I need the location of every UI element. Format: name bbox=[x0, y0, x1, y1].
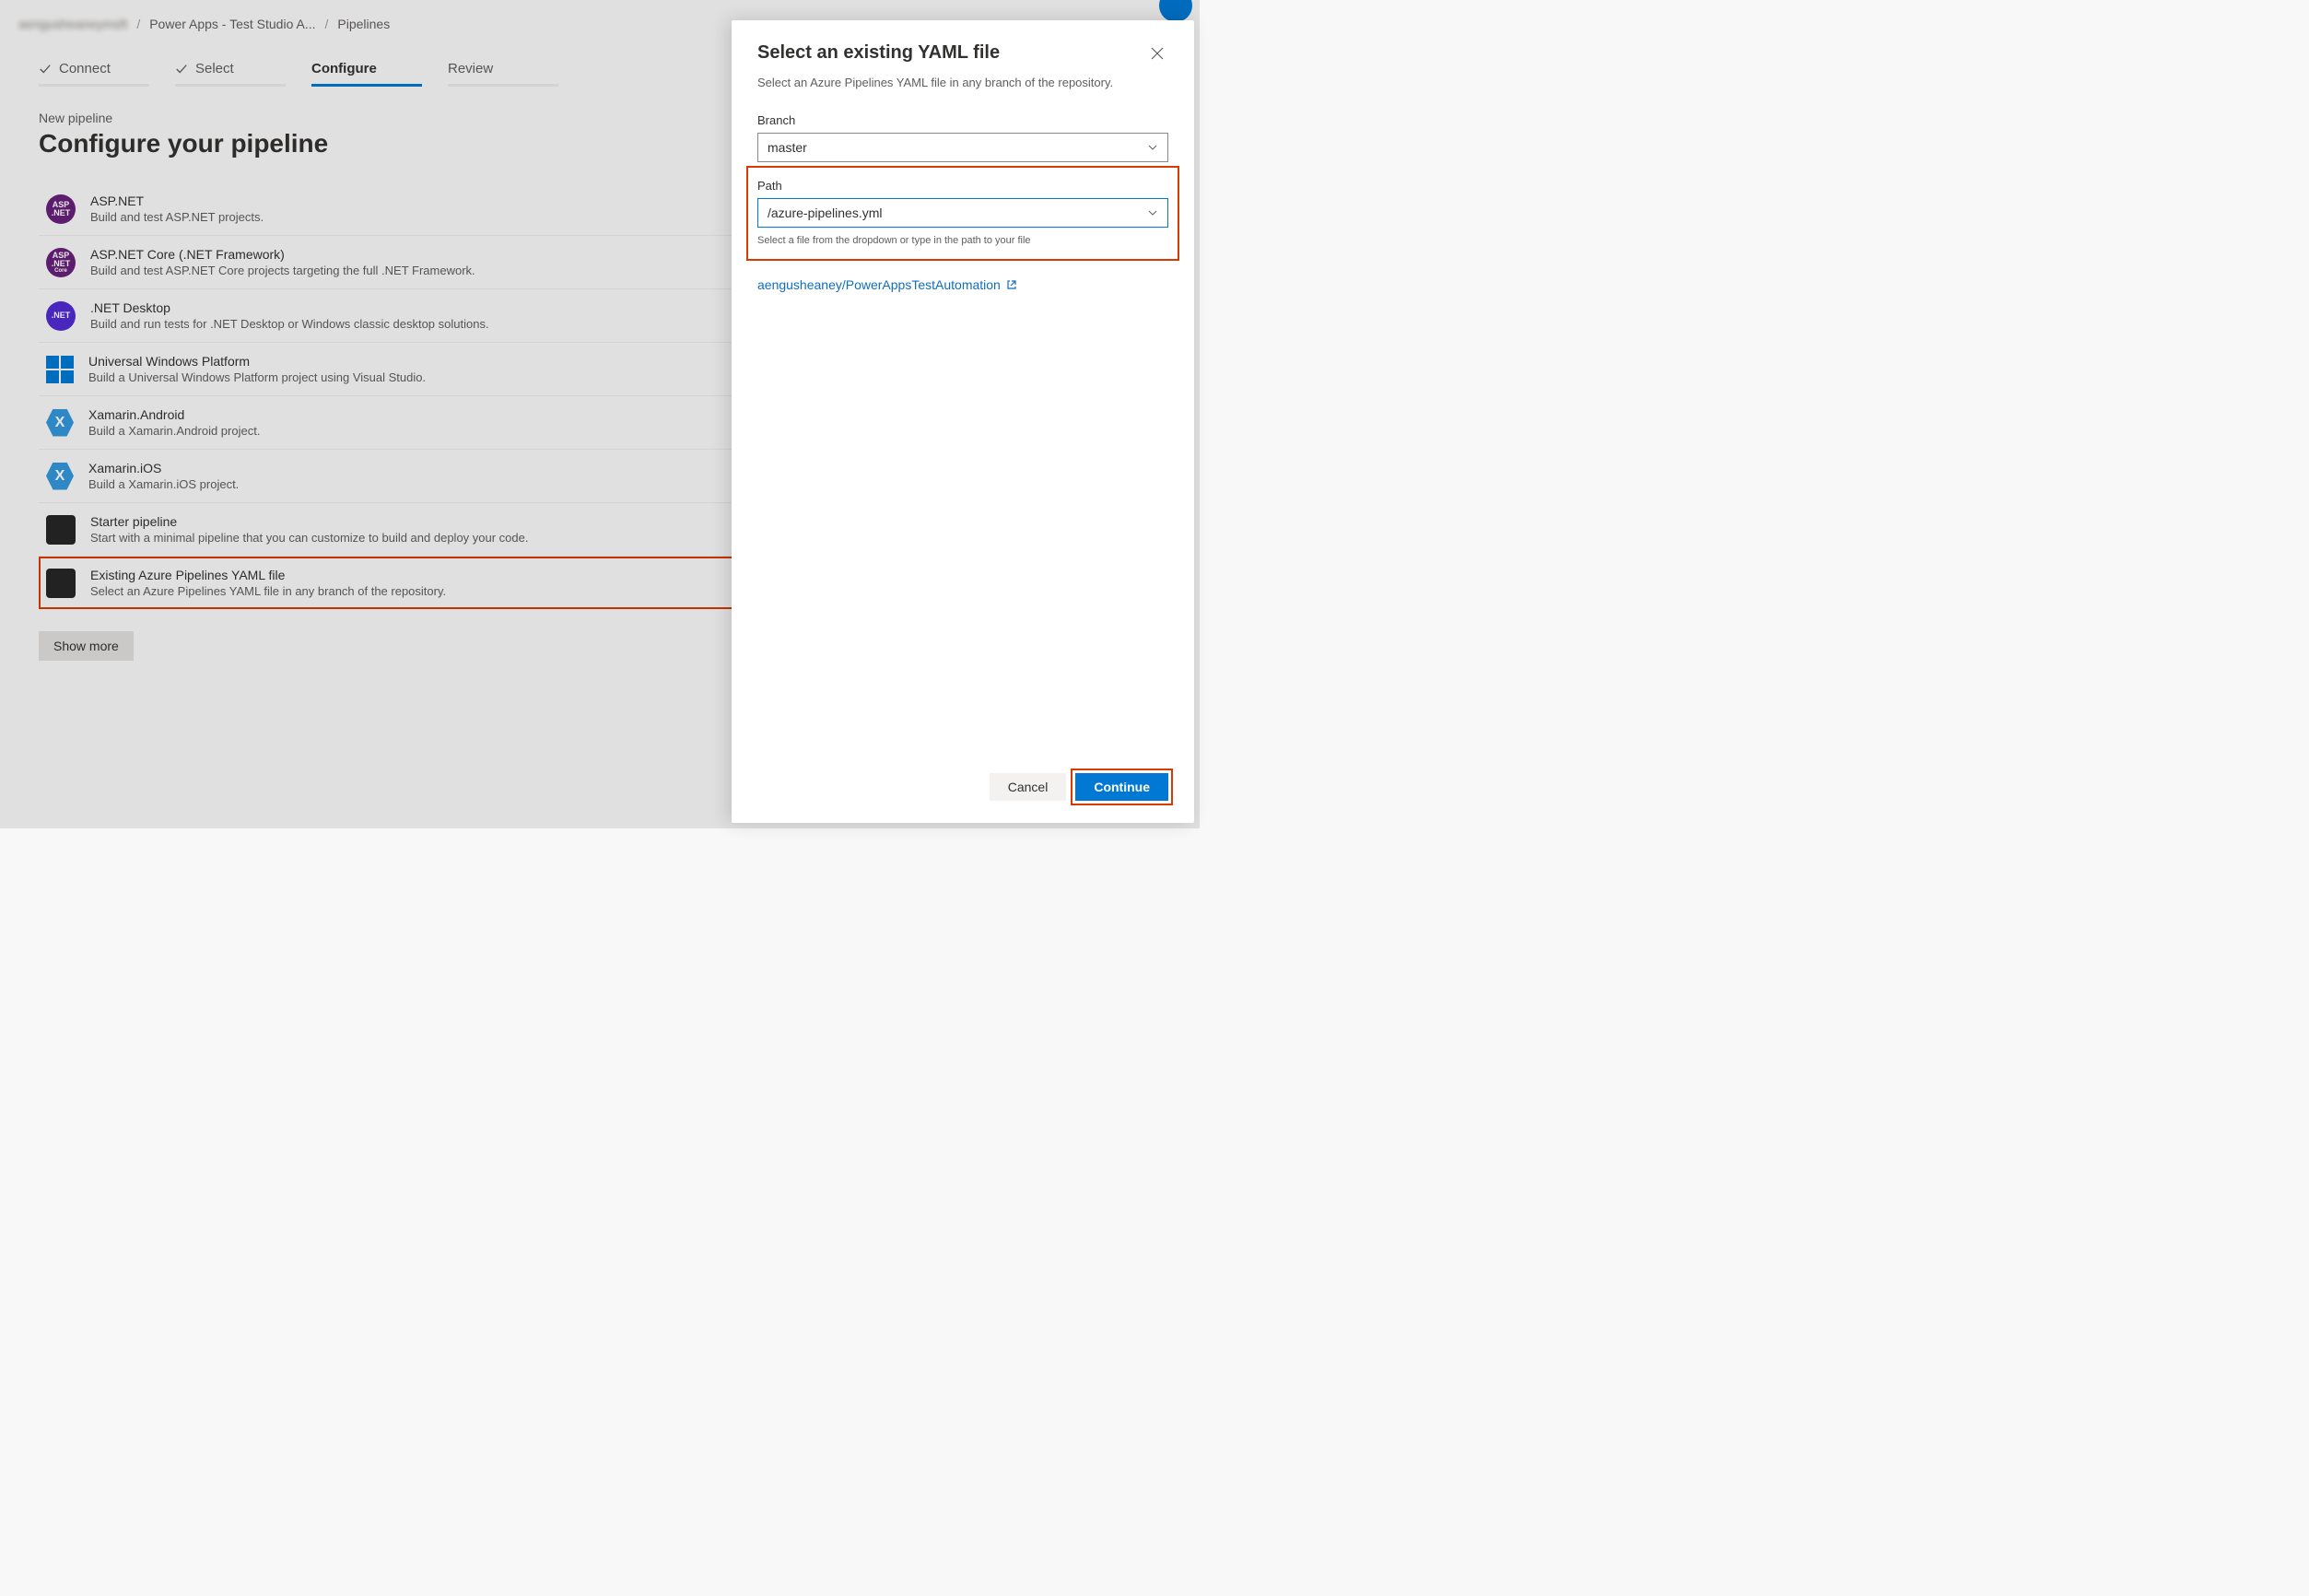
external-link-icon bbox=[1006, 279, 1017, 290]
chevron-down-icon bbox=[1147, 207, 1158, 218]
branch-value: master bbox=[768, 140, 807, 155]
cancel-button[interactable]: Cancel bbox=[990, 773, 1067, 801]
path-help-text: Select a file from the dropdown or type … bbox=[757, 235, 1168, 246]
panel-title: Select an existing YAML file bbox=[757, 42, 1000, 64]
yaml-panel: Select an existing YAML file Select an A… bbox=[732, 20, 1194, 823]
continue-button[interactable]: Continue bbox=[1075, 773, 1168, 801]
close-button[interactable] bbox=[1146, 42, 1168, 69]
panel-subtitle: Select an Azure Pipelines YAML file in a… bbox=[757, 75, 1168, 91]
branch-label: Branch bbox=[757, 113, 1168, 127]
repo-link-text: aengusheaney/PowerAppsTestAutomation bbox=[757, 277, 1001, 292]
path-select[interactable]: /azure-pipelines.yml bbox=[757, 198, 1168, 228]
path-value: /azure-pipelines.yml bbox=[768, 205, 883, 220]
branch-select[interactable]: master bbox=[757, 133, 1168, 162]
branch-group: Branch master bbox=[757, 113, 1168, 162]
path-highlight-box: Path /azure-pipelines.yml Select a file … bbox=[746, 166, 1179, 261]
repo-link[interactable]: aengusheaney/PowerAppsTestAutomation bbox=[757, 277, 1168, 292]
path-label: Path bbox=[757, 179, 1168, 193]
chevron-down-icon bbox=[1147, 142, 1158, 153]
close-icon bbox=[1150, 46, 1165, 61]
